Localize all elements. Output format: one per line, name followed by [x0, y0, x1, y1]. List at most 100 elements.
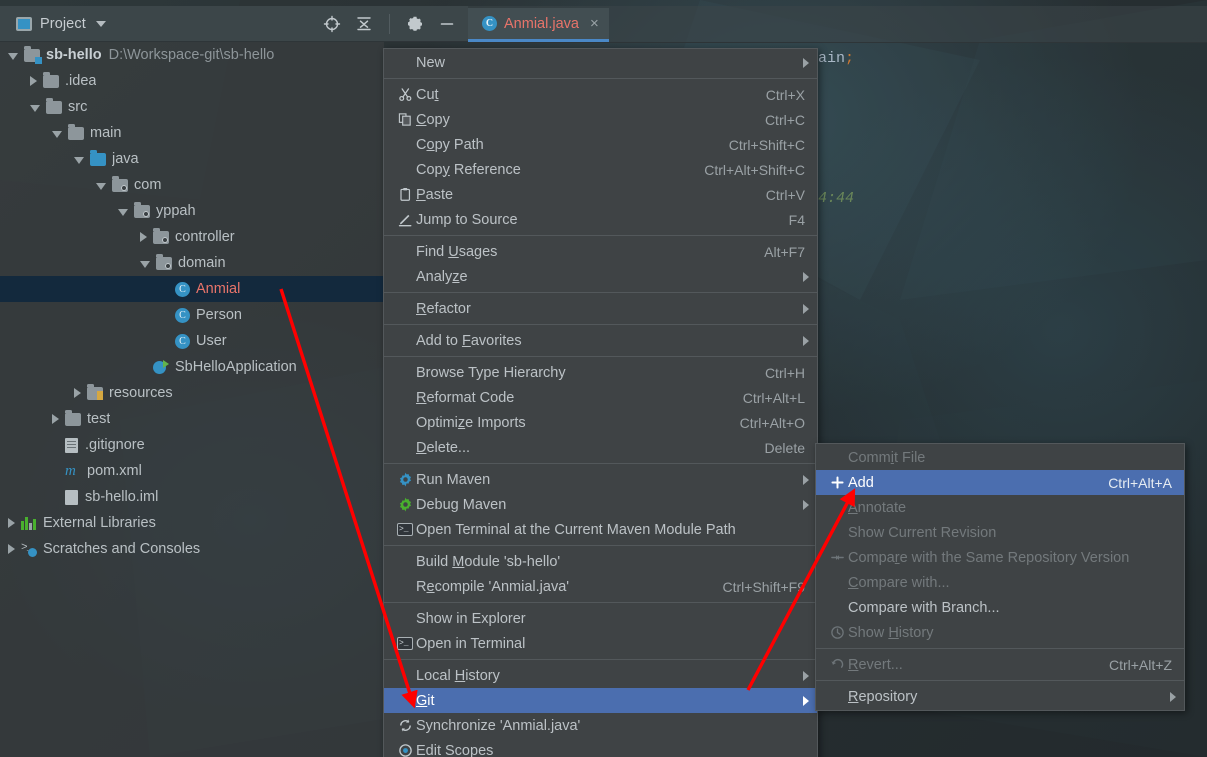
menu-item-open-terminal-at-the-current-maven-module-path[interactable]: >_Open Terminal at the Current Maven Mod…: [384, 517, 817, 542]
menu-item-add-to-favorites[interactable]: Add to Favorites: [384, 328, 817, 353]
collapse-all-icon[interactable]: [355, 15, 373, 33]
menu-item-run-maven[interactable]: Run Maven: [384, 467, 817, 492]
chevron-right-icon[interactable]: [140, 232, 147, 242]
menu-item-cut[interactable]: CutCtrl+X: [384, 82, 817, 107]
tree-node-user[interactable]: CUser: [0, 328, 384, 354]
locate-icon[interactable]: [323, 15, 341, 33]
tree-node-sb-hello-iml[interactable]: sb-hello.iml: [0, 484, 384, 510]
menu-item-copy-path[interactable]: Copy PathCtrl+Shift+C: [384, 132, 817, 157]
tree-node-gitignore[interactable]: .gitignore: [0, 432, 384, 458]
chevron-right-icon[interactable]: [8, 518, 15, 528]
hide-icon[interactable]: [438, 15, 456, 33]
chevron-down-icon[interactable]: [118, 209, 128, 216]
chevron-down-icon[interactable]: [52, 131, 62, 138]
context-menu[interactable]: New CutCtrl+XCopyCtrl+CCopy PathCtrl+Shif…: [383, 48, 818, 757]
menu-item-local-history[interactable]: Local History: [384, 663, 817, 688]
tree-node-label: User: [196, 333, 227, 349]
tree-node-domain[interactable]: domain: [0, 250, 384, 276]
menu-item-browse-type-hierarchy[interactable]: Browse Type HierarchyCtrl+H: [384, 360, 817, 385]
menu-item-shortcut: Ctrl+Shift+C: [729, 137, 809, 153]
menu-item-open-in-terminal[interactable]: >_Open in Terminal: [384, 631, 817, 656]
menu-item-copy[interactable]: CopyCtrl+C: [384, 107, 817, 132]
project-tree[interactable]: sb-helloD:\Workspace-git\sb-hello.ideasr…: [0, 42, 384, 757]
chevron-down-icon[interactable]: [140, 261, 150, 268]
tree-node-external-libraries[interactable]: External Libraries: [0, 510, 384, 536]
menu-item-new[interactable]: New: [384, 50, 817, 75]
menu-item-analyze[interactable]: Analyze: [384, 264, 817, 289]
menu-item-show-in-explorer[interactable]: Show in Explorer: [384, 606, 817, 631]
menu-item-recompile-anmial-java[interactable]: Recompile 'Anmial.java'Ctrl+Shift+F9: [384, 574, 817, 599]
menu-item-copy-reference[interactable]: Copy ReferenceCtrl+Alt+Shift+C: [384, 157, 817, 182]
menu-item-label: Annotate: [848, 500, 1176, 516]
menu-item-debug-maven[interactable]: Debug Maven: [384, 492, 817, 517]
menu-icon-placeholder: [394, 296, 416, 321]
menu-item-reformat-code[interactable]: Reformat CodeCtrl+Alt+L: [384, 385, 817, 410]
tree-node-label: sb-hello: [46, 47, 102, 63]
menu-separator: [384, 292, 817, 293]
tree-node-scratches-and-consoles[interactable]: >_Scratches and Consoles: [0, 536, 384, 562]
spring-boot-icon: [153, 360, 169, 375]
chevron-right-icon: [803, 671, 809, 681]
tree-node-controller[interactable]: controller: [0, 224, 384, 250]
tree-node-pom-xml[interactable]: mpom.xml: [0, 458, 384, 484]
menu-separator: [384, 602, 817, 603]
tree-node-label: External Libraries: [43, 515, 156, 531]
menu-item-add[interactable]: AddCtrl+Alt+A: [816, 470, 1184, 495]
close-icon[interactable]: ×: [590, 16, 599, 31]
editor-tab-anmial-java[interactable]: C Anmial.java ×: [468, 8, 609, 42]
chevron-down-icon[interactable]: [74, 157, 84, 164]
menu-item-label: Commit File: [848, 450, 1176, 466]
menu-item-label: Compare with Branch...: [848, 600, 1176, 616]
jump-icon: [394, 207, 416, 232]
tree-node-src[interactable]: src: [0, 94, 384, 120]
menu-item-show-current-revision: Show Current Revision: [816, 520, 1184, 545]
sync-icon: [394, 713, 416, 738]
chevron-right-icon[interactable]: [8, 544, 15, 554]
tree-node-anmial[interactable]: CAnmial: [0, 276, 384, 302]
chevron-down-icon[interactable]: [96, 21, 106, 27]
menu-item-find-usages[interactable]: Find UsagesAlt+F7: [384, 239, 817, 264]
chevron-down-icon[interactable]: [30, 105, 40, 112]
tree-node-com[interactable]: com: [0, 172, 384, 198]
menu-item-label: Find Usages: [416, 244, 746, 260]
menu-item-compare-with-branch[interactable]: Compare with Branch...: [816, 595, 1184, 620]
menu-item-label: Refactor: [416, 301, 791, 317]
tree-node-yppah[interactable]: yppah: [0, 198, 384, 224]
menu-item-repository[interactable]: Repository: [816, 684, 1184, 709]
tree-node-label: .gitignore: [85, 437, 145, 453]
tree-node-test[interactable]: test: [0, 406, 384, 432]
chevron-right-icon[interactable]: [52, 414, 59, 424]
menu-icon-placeholder: [394, 606, 416, 631]
menu-item-paste[interactable]: PasteCtrl+V: [384, 182, 817, 207]
chevron-down-icon[interactable]: [8, 53, 18, 60]
tree-node-sbhelloapplication[interactable]: SbHelloApplication: [0, 354, 384, 380]
menu-item-shortcut: Ctrl+H: [765, 365, 809, 381]
menu-item-git[interactable]: Git: [384, 688, 817, 713]
tree-node-label: resources: [109, 385, 173, 401]
menu-item-optimize-imports[interactable]: Optimize ImportsCtrl+Alt+O: [384, 410, 817, 435]
menu-item-synchronize-anmial-java[interactable]: Synchronize 'Anmial.java': [384, 713, 817, 738]
menu-item-refactor[interactable]: Refactor: [384, 296, 817, 321]
chevron-right-icon[interactable]: [74, 388, 81, 398]
tree-node-person[interactable]: CPerson: [0, 302, 384, 328]
tree-node-main[interactable]: main: [0, 120, 384, 146]
menu-icon-placeholder: [394, 549, 416, 574]
project-toolwindow-title-group[interactable]: Project: [0, 16, 323, 32]
chevron-right-icon[interactable]: [30, 76, 37, 86]
menu-item-edit-scopes[interactable]: Edit Scopes: [384, 738, 817, 757]
package-icon: [156, 257, 172, 270]
tree-node-resources[interactable]: resources: [0, 380, 384, 406]
menu-icon-placeholder: [394, 435, 416, 460]
menu-item-shortcut: Ctrl+Shift+F9: [723, 579, 809, 595]
settings-gear-icon[interactable]: [406, 15, 424, 33]
tree-node-idea[interactable]: .idea: [0, 68, 384, 94]
revert-icon: [826, 652, 848, 677]
menu-item-build-module-sb-hello[interactable]: Build Module 'sb-hello': [384, 549, 817, 574]
menu-item-delete[interactable]: Delete...Delete: [384, 435, 817, 460]
chevron-down-icon[interactable]: [96, 183, 106, 190]
tree-node-sb-hello[interactable]: sb-helloD:\Workspace-git\sb-hello: [0, 42, 384, 68]
git-submenu[interactable]: Commit File AddCtrl+Alt+A Annotate Show Cur…: [815, 443, 1185, 711]
tree-node-java[interactable]: java: [0, 146, 384, 172]
menu-icon-placeholder: [826, 595, 848, 620]
menu-item-jump-to-source[interactable]: Jump to SourceF4: [384, 207, 817, 232]
